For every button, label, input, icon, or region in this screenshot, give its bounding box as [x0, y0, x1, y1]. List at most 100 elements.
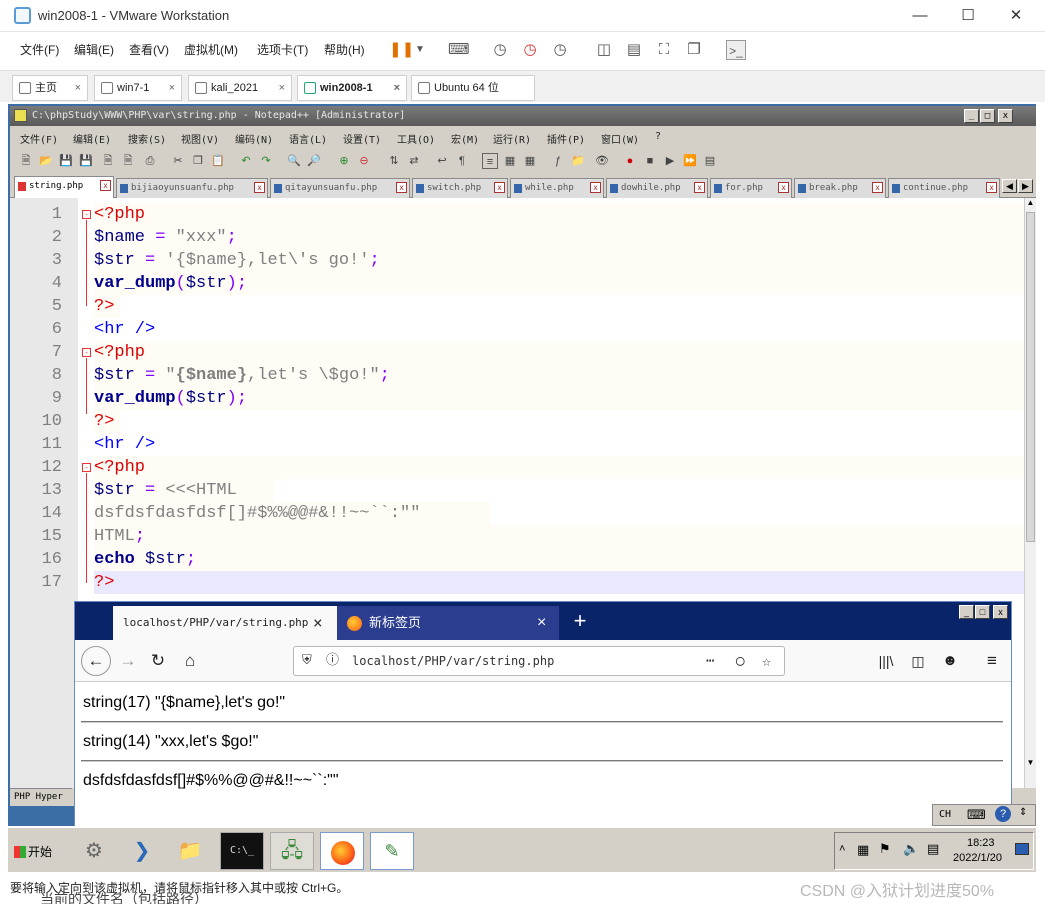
np-minimize-button[interactable]: _ [964, 109, 979, 123]
menu-help[interactable]: 帮助(H) [324, 41, 365, 58]
indent-guide-icon[interactable]: ≡ [482, 153, 498, 169]
show-all-chars-icon[interactable]: ¶ [454, 153, 470, 169]
np-menu-tools[interactable]: 工具(O) [397, 131, 435, 146]
close-file-icon[interactable]: 🗎 [100, 153, 116, 169]
menu-file[interactable]: 文件(F) [20, 41, 59, 58]
tab-ubuntu[interactable]: Ubuntu 64 位 [411, 75, 535, 101]
snapshot-manager-icon[interactable]: ◷ [550, 40, 570, 60]
print-icon[interactable]: ⎙ [142, 153, 158, 169]
guest-desktop[interactable]: C:\phpStudy\WWW\PHP\var\string.php - Not… [8, 104, 1036, 872]
close-icon[interactable]: x [778, 182, 789, 193]
cut-icon[interactable]: ✂ [170, 153, 186, 169]
tab-scroll-left-icon[interactable]: ◀ [1002, 179, 1017, 193]
scroll-down-icon[interactable]: ▼ [1025, 758, 1036, 770]
undo-icon[interactable]: ↶ [238, 153, 254, 169]
close-icon[interactable]: × [75, 76, 81, 100]
ff-close-button[interactable]: x [993, 605, 1008, 619]
ff-maximize-button[interactable]: □ [975, 605, 990, 619]
fold-toggle-icon[interactable]: - [82, 348, 91, 357]
np-maximize-button[interactable]: □ [980, 109, 995, 123]
np-menu-plugins[interactable]: 插件(P) [547, 131, 585, 146]
scroll-up-icon[interactable]: ▲ [1025, 198, 1036, 210]
server-manager-icon[interactable]: ⚙ [72, 832, 116, 870]
np-menu-run[interactable]: 运行(R) [493, 131, 531, 146]
tab-home[interactable]: 主页 × [12, 75, 88, 101]
save-all-icon[interactable]: 💾 [78, 153, 94, 169]
reload-icon[interactable]: ↻ [147, 650, 169, 672]
close-icon[interactable]: x [396, 182, 407, 193]
doc-tab-string[interactable]: string.php x [14, 176, 114, 198]
sidebar-toggle-icon[interactable]: ◫ [594, 40, 614, 60]
np-close-button[interactable]: x [998, 109, 1013, 123]
doc-tab-bijiao[interactable]: bijiaoyunsuanfu.php x [116, 178, 268, 198]
new-tab-button[interactable]: + [569, 610, 591, 632]
clock-time[interactable]: 18:23 [967, 837, 995, 849]
open-file-icon[interactable]: 📂 [38, 153, 54, 169]
console-icon[interactable]: >_ [726, 40, 746, 60]
new-file-icon[interactable]: 🗎 [18, 153, 34, 169]
revert-snapshot-icon[interactable]: ◷ [520, 40, 540, 60]
tab-scroll-right-icon[interactable]: ▶ [1018, 179, 1033, 193]
np-menu-macro[interactable]: 宏(M) [451, 131, 479, 146]
np-menu-edit[interactable]: 编辑(E) [73, 131, 111, 146]
close-icon[interactable]: × [313, 606, 323, 640]
zoom-in-icon[interactable]: ⊕ [336, 153, 352, 169]
network-tray-icon[interactable]: ▤ [927, 841, 939, 857]
firefox-tab-active[interactable]: localhost/PHP/var/string.php × [113, 606, 337, 640]
np-menu-help[interactable]: ? [655, 131, 661, 142]
snapshot-icon[interactable]: ◷ [490, 40, 510, 60]
ff-minimize-button[interactable]: _ [959, 605, 974, 619]
function-list-icon[interactable]: ƒ [550, 153, 566, 169]
library-icon[interactable]: |||\ [875, 650, 897, 672]
tab-kali[interactable]: kali_2021 × [188, 75, 292, 101]
stop-macro-icon[interactable]: ■ [642, 153, 658, 169]
clock-date[interactable]: 2022/1/20 [953, 852, 1002, 864]
sync-vertical-icon[interactable]: ⇅ [386, 153, 402, 169]
find-icon[interactable]: 🔍 [286, 153, 302, 169]
minimize-button[interactable]: — [908, 5, 932, 27]
unity-icon[interactable]: ❐ [684, 40, 704, 60]
doc-tab-while[interactable]: while.php x [510, 178, 604, 198]
chevron-up-icon[interactable]: ˄ [839, 843, 845, 855]
copy-icon[interactable]: ❐ [190, 153, 206, 169]
page-actions-icon[interactable]: ⋯ [706, 647, 714, 675]
network-icon[interactable]: 🖧 [270, 832, 314, 870]
notepadpp-taskbar-icon[interactable]: ✎ [370, 832, 414, 870]
volume-icon[interactable]: 🔈 [903, 841, 919, 857]
np-menu-encoding[interactable]: 编码(N) [235, 131, 273, 146]
replace-icon[interactable]: 🔎 [306, 153, 322, 169]
record-macro-icon[interactable]: ● [622, 153, 638, 169]
close-icon[interactable]: x [494, 182, 505, 193]
tray-app-icon[interactable]: ▦ [857, 842, 869, 858]
close-all-icon[interactable]: 🗎 [120, 153, 136, 169]
firefox-taskbar-icon[interactable] [320, 832, 364, 870]
url-bar[interactable]: ⛨ ⓘ localhost/PHP/var/string.php ⋯ ◯ ☆ [293, 646, 785, 676]
redo-icon[interactable]: ↷ [258, 153, 274, 169]
menu-edit[interactable]: 编辑(E) [74, 41, 114, 58]
cmd-icon[interactable]: C:\_ [220, 832, 264, 870]
run-macro-multiple-icon[interactable]: ⏩ [682, 153, 698, 169]
np-menu-search[interactable]: 搜索(S) [128, 131, 166, 146]
close-icon[interactable]: × [537, 606, 546, 640]
sync-horizontal-icon[interactable]: ⇄ [406, 153, 422, 169]
home-icon[interactable]: ⌂ [179, 650, 201, 672]
close-icon[interactable]: x [986, 182, 997, 193]
fullscreen-icon[interactable]: ⛶ [654, 40, 674, 60]
explorer-icon[interactable]: 📁 [168, 832, 212, 870]
ime-indicator[interactable]: CH [939, 809, 951, 820]
menu-vm[interactable]: 虚拟机(M) [184, 41, 238, 58]
doc-tab-qita[interactable]: qitayunsuanfu.php x [270, 178, 410, 198]
forward-icon[interactable]: → [117, 650, 139, 672]
doc-tab-switch[interactable]: switch.php x [412, 178, 508, 198]
bookmark-star-icon[interactable]: ☆ [762, 647, 771, 675]
np-menu-settings[interactable]: 设置(T) [343, 131, 381, 146]
menu-view[interactable]: 查看(V) [129, 41, 169, 58]
flag-icon[interactable]: ⚑ [879, 841, 891, 857]
help-icon[interactable]: ? [995, 806, 1011, 822]
menu-icon[interactable]: ≡ [981, 650, 1003, 672]
tab-win2008[interactable]: win2008-1 × [297, 75, 407, 101]
start-button[interactable]: 开始 [12, 838, 64, 866]
show-desktop-icon[interactable] [1015, 843, 1029, 855]
doc-tab-dowhile[interactable]: dowhile.php x [606, 178, 708, 198]
firefox-tab-newtab[interactable]: 新标签页 × [337, 606, 559, 640]
